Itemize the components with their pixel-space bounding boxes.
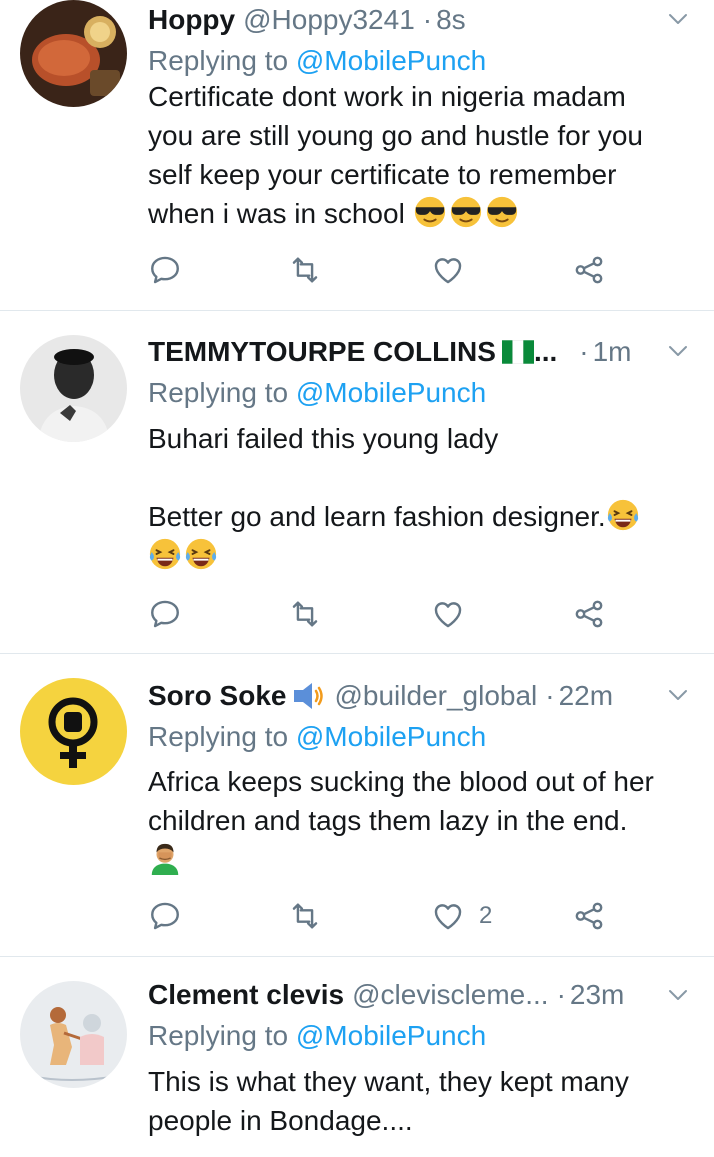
reply-button[interactable] — [148, 250, 182, 290]
tweet-text-line: when i was in school — [148, 194, 693, 233]
tweet-text: Africa keeps sucking the blood out of he… — [148, 762, 693, 879]
tweet-text-line: you are still young go and hustle for yo… — [148, 120, 643, 151]
like-button[interactable] — [431, 594, 465, 634]
separator-dot: · — [579, 336, 589, 367]
separator-dot: · — [422, 4, 433, 35]
speaker-icon — [294, 683, 324, 709]
author-name-ellipsis: ... — [533, 336, 558, 367]
cool-face-emoji — [449, 195, 483, 229]
retweet-button[interactable] — [288, 594, 322, 634]
tweet-text: Certificate dont work in nigeria madam y… — [148, 77, 693, 233]
tweet-text-fragment: when i was in school — [148, 198, 405, 229]
reply-button[interactable] — [148, 896, 182, 936]
share-icon — [572, 597, 606, 631]
retweet-icon — [288, 253, 322, 287]
like-icon — [431, 253, 465, 287]
share-icon — [572, 899, 606, 933]
like-icon — [431, 899, 465, 933]
share-button[interactable] — [572, 250, 606, 290]
tweet-text-line: Buhari failed this young lady — [148, 423, 499, 454]
author-name[interactable]: Clement clevis — [148, 979, 344, 1011]
action-bar — [148, 594, 618, 634]
replying-to: Replying to @MobilePunch — [148, 373, 486, 413]
tweet-text-line: self keep your certificate to remember — [148, 159, 617, 190]
author-name[interactable]: Soro Soke — [148, 680, 286, 712]
author-handle[interactable]: @cleviscleme... — [352, 979, 548, 1011]
tweet-text-line — [148, 840, 693, 879]
tweet-text-line: children and tags them lazy in the end. — [148, 805, 628, 836]
tweet-text-fragment: Better go and learn fashion designer. — [148, 501, 606, 532]
laughing-face-emoji — [606, 498, 640, 532]
chevron-down-icon[interactable] — [668, 12, 688, 26]
share-button[interactable] — [572, 594, 606, 634]
avatar[interactable] — [20, 0, 127, 107]
share-icon — [572, 253, 606, 287]
reply-button[interactable] — [148, 594, 182, 634]
timestamp[interactable]: 22m — [559, 680, 613, 712]
retweet-icon — [288, 597, 322, 631]
action-bar — [148, 250, 618, 290]
tweet-text: Buhari failed this young lady Better go … — [148, 419, 693, 575]
tweet-text-line: people in Bondage.... — [148, 1105, 413, 1136]
replying-to-prefix: Replying to — [148, 721, 289, 752]
author-handle[interactable]: @builder_global — [334, 680, 537, 712]
replying-to-prefix: Replying to — [148, 45, 289, 76]
replying-to: Replying to @MobilePunch — [148, 1016, 486, 1056]
retweet-button[interactable] — [288, 896, 322, 936]
share-button[interactable] — [572, 896, 606, 936]
avatar[interactable] — [20, 678, 127, 785]
timestamp[interactable]: 23m — [570, 979, 624, 1011]
tweet-text-line: Certificate dont work in nigeria madam — [148, 81, 626, 112]
chevron-down-icon[interactable] — [668, 688, 688, 702]
facepalm-emoji — [148, 841, 182, 875]
reply-icon — [148, 253, 182, 287]
timestamp[interactable]: 1m — [593, 336, 632, 368]
cool-face-emoji — [485, 195, 519, 229]
laughing-face-emoji — [184, 537, 218, 571]
avatar[interactable] — [20, 335, 127, 442]
replying-to-prefix: Replying to — [148, 1020, 289, 1051]
retweet-icon — [288, 899, 322, 933]
like-button[interactable] — [431, 250, 465, 290]
separator-dot: · — [556, 979, 566, 1010]
tweet-text-line — [148, 536, 693, 575]
avatar[interactable] — [20, 981, 127, 1088]
tweet-card[interactable]: TEMMYTOURPE COLLINS ... · 1m Replying to… — [0, 311, 714, 654]
tweet-text-line: Better go and learn fashion designer. — [148, 497, 693, 536]
author-name[interactable]: TEMMYTOURPE COLLINS — [148, 336, 496, 368]
laughing-face-emoji — [148, 537, 182, 571]
separator-dot: · — [545, 680, 555, 711]
reply-icon — [148, 597, 182, 631]
author-name[interactable]: Hoppy — [148, 4, 235, 36]
tweet-card[interactable]: Hoppy @Hoppy3241 · 8s Replying to @Mobil… — [0, 0, 714, 311]
retweet-button[interactable] — [288, 250, 322, 290]
like-icon — [431, 597, 465, 631]
tweet-text: This is what they want, they kept many p… — [148, 1062, 693, 1140]
chevron-down-icon[interactable] — [668, 988, 688, 1002]
tweet-text-line: This is what they want, they kept many — [148, 1066, 629, 1097]
like-count: 2 — [479, 902, 493, 929]
cool-face-emoji — [413, 195, 447, 229]
mention-link[interactable]: @MobilePunch — [296, 377, 486, 408]
tweet-card[interactable]: Clement clevis @cleviscleme... · 23m Rep… — [0, 957, 714, 1157]
chevron-down-icon[interactable] — [668, 344, 688, 358]
mention-link[interactable]: @MobilePunch — [296, 45, 486, 76]
tweet-card[interactable]: Soro Soke @builder_global · 22m Replying… — [0, 654, 714, 957]
reply-icon — [148, 899, 182, 933]
tweet-text-line: Africa keeps sucking the blood out of he… — [148, 766, 654, 797]
action-bar: 2 — [148, 896, 618, 936]
timestamp[interactable]: 8s — [436, 4, 466, 36]
like-button[interactable]: 2 — [431, 896, 492, 936]
replying-to-prefix: Replying to — [148, 377, 289, 408]
mention-link[interactable]: @MobilePunch — [296, 1020, 486, 1051]
author-handle[interactable]: @Hoppy3241 — [243, 4, 415, 36]
replying-to: Replying to @MobilePunch — [148, 41, 486, 81]
mention-link[interactable]: @MobilePunch — [296, 721, 486, 752]
nigeria-flag-icon — [501, 340, 534, 364]
replying-to: Replying to @MobilePunch — [148, 717, 486, 757]
